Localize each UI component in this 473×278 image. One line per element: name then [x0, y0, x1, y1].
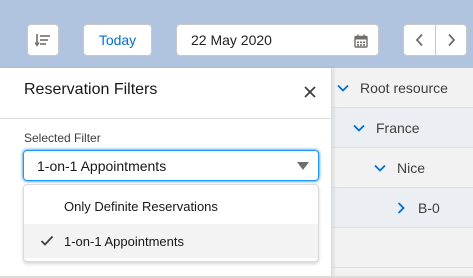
sort-button[interactable] — [27, 24, 59, 56]
option-only-definite-reservations[interactable]: Only Definite Reservations — [24, 189, 318, 223]
panel-title: Reservation Filters — [24, 81, 158, 98]
tree-row-nice[interactable]: Nice — [330, 148, 473, 188]
today-button[interactable]: Today — [83, 24, 152, 56]
tree-row-france[interactable]: France — [330, 108, 473, 148]
tree-item-label: France — [376, 119, 420, 136]
tree-row-empty — [330, 228, 473, 268]
option-label: 1-on-1 Appointments — [64, 233, 184, 249]
panel-divider — [0, 118, 331, 119]
chevron-down-icon[interactable] — [352, 121, 366, 135]
selected-filter-label: Selected Filter — [24, 131, 101, 145]
sort-icon — [35, 34, 50, 47]
previous-button[interactable] — [403, 24, 436, 56]
next-button[interactable] — [435, 24, 467, 56]
option-label: Only Definite Reservations — [64, 198, 218, 214]
date-input[interactable]: 22 May 2020 — [176, 24, 379, 56]
chevron-down-icon[interactable] — [373, 161, 387, 175]
selected-filter-select[interactable]: 1-on-1 Appointments — [23, 150, 319, 181]
tree-item-label: Root resource — [360, 79, 448, 96]
chevron-down-icon[interactable] — [336, 81, 350, 95]
chevron-right-icon[interactable] — [394, 201, 408, 215]
scheduler-view: Today 22 May 2020 Root resource France N… — [0, 0, 473, 278]
check-icon — [40, 235, 54, 246]
chevron-left-icon — [415, 33, 423, 47]
chevron-right-icon — [448, 33, 456, 47]
resource-tree: Root resource France Nice B-0 — [330, 68, 473, 278]
date-value: 22 May 2020 — [191, 32, 272, 48]
tree-item-label: Nice — [397, 159, 426, 176]
close-icon[interactable] — [303, 85, 317, 99]
selected-filter-value: 1-on-1 Appointments — [37, 157, 167, 174]
filter-dropdown: Only Definite Reservations 1-on-1 Appoin… — [23, 184, 319, 262]
option-1-on-1-appointments[interactable]: 1-on-1 Appointments — [24, 224, 318, 258]
reservation-filters-panel: Reservation Filters Selected Filter 1-on… — [0, 68, 332, 278]
calendar-icon[interactable] — [354, 34, 368, 48]
tree-row-b-0[interactable]: B-0 — [330, 188, 473, 228]
tree-item-label: B-0 — [418, 199, 440, 216]
caret-down-icon — [297, 162, 309, 170]
toolbar: Today 22 May 2020 — [0, 0, 473, 69]
tree-row-root-resource[interactable]: Root resource — [330, 68, 473, 108]
